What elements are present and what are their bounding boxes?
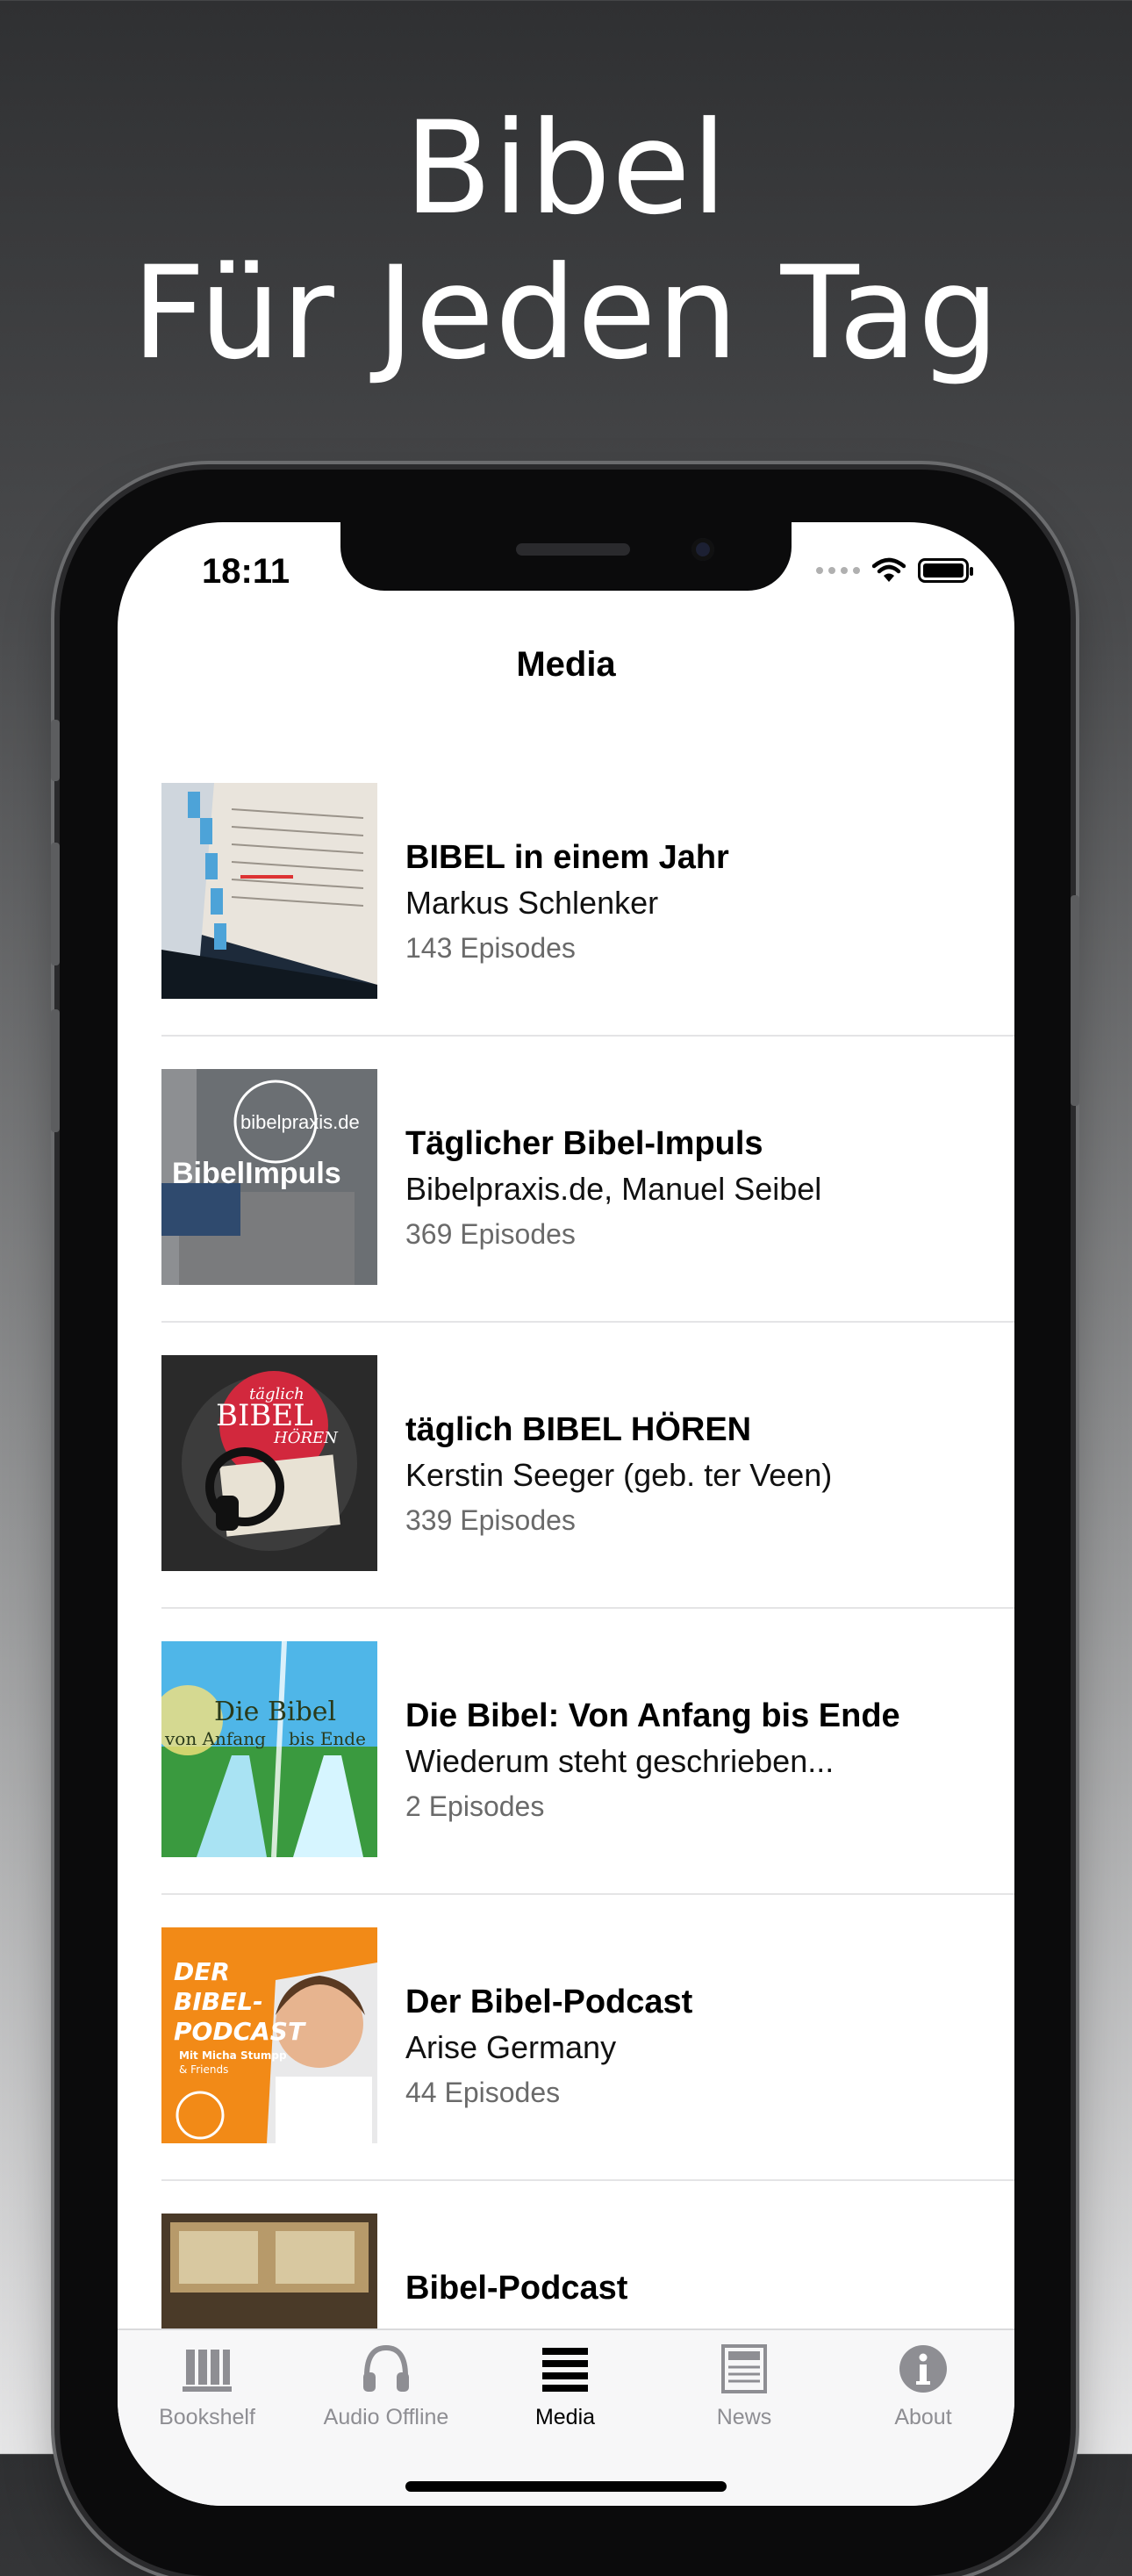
podcast-cover-der-bibel-podcast: DER BIBEL- PODCAST Mit Micha Stumpp & Fr… [161, 1927, 377, 2143]
status-time: 18:11 [202, 552, 290, 591]
podcast-title: Bibel-Podcast [405, 2270, 628, 2307]
podcast-title: Die Bibel: Von Anfang bis Ende [405, 1697, 900, 1734]
camera-icon [691, 538, 714, 561]
cover-text-5: & Friends [179, 2063, 228, 2076]
cover-text-3: bis Ende [289, 1728, 366, 1749]
tab-media[interactable]: Media [476, 2343, 655, 2430]
podcast-title: Der Bibel-Podcast [405, 1984, 693, 2020]
tab-label: Bookshelf [159, 2405, 255, 2429]
headline-line-1: Bibel [404, 94, 728, 243]
list-item-text: Täglicher Bibel-Impuls Bibelpraxis.de, M… [405, 1123, 997, 1254]
tab-audio-offline[interactable]: Audio Offline [297, 2343, 476, 2430]
cover-text-2: BIBEL [216, 1398, 313, 1433]
page-title: Media [516, 645, 616, 684]
cover-text: DER [174, 1957, 230, 1986]
tab-label: Audio Offline [323, 2405, 449, 2429]
tab-label: Media [534, 2405, 596, 2429]
notch [340, 522, 792, 591]
podcast-cover-taeglich-bibel-hoeren: täglich BIBEL HÖREN [161, 1355, 377, 1571]
headphones-icon [363, 2344, 409, 2392]
tab-about[interactable]: About [834, 2343, 1013, 2430]
newspaper-icon [721, 2344, 767, 2393]
phone-mute-switch [51, 720, 60, 781]
cover-text: bibelpraxis.de [240, 1111, 360, 1133]
podcast-cover-von-anfang-bis-ende: Die Bibel von Anfang bis Ende [161, 1641, 377, 1857]
marketing-headline: Bibel Für Jeden Tag [0, 97, 1132, 386]
podcast-author: Wiederum steht geschrieben... [405, 1743, 835, 1779]
cover-text-3: HÖREN [273, 1427, 339, 1447]
list-item[interactable]: täglich BIBEL HÖREN täglich BIBEL HÖREN … [161, 1323, 1014, 1609]
status-icons [816, 557, 973, 584]
podcast-author: Kerstin Seeger (geb. ter Veen) [405, 1457, 833, 1493]
signal-dots-icon [816, 567, 860, 574]
list-item[interactable]: BIBEL in einem Jahr Markus Schlenker 143… [161, 750, 1014, 1037]
cover-text-2: von Anfang [164, 1728, 266, 1749]
list-item-text: BIBEL in einem Jahr Markus Schlenker 143… [405, 836, 997, 968]
list-item-text: Bibel-Podcast [405, 2267, 997, 2309]
list-item-text: täglich BIBEL HÖREN Kerstin Seeger (geb.… [405, 1409, 997, 1540]
podcast-episode-count: 369 Episodes [405, 1218, 576, 1250]
podcast-cover-bibel-impuls: bibelpraxis.de BibelImpuls [161, 1069, 377, 1285]
podcast-title: Täglicher Bibel-Impuls [405, 1125, 763, 1162]
list-item-text: Die Bibel: Von Anfang bis Ende Wiederum … [405, 1695, 997, 1826]
cover-text-4: Mit Micha Stumpp [179, 2049, 287, 2062]
info-icon [899, 2345, 947, 2393]
list-item[interactable]: DER BIBEL- PODCAST Mit Micha Stumpp & Fr… [161, 1895, 1014, 2181]
phone-volume-up [51, 843, 60, 965]
podcast-title: BIBEL in einem Jahr [405, 839, 729, 876]
phone-power-button [1071, 895, 1079, 1106]
wifi-icon [872, 557, 906, 582]
podcast-author: Bibelpraxis.de, Manuel Seibel [405, 1171, 822, 1207]
speaker-grille [516, 543, 630, 556]
tab-bar: Bookshelf Audio Offline Media News About [118, 2328, 1014, 2506]
battery-icon [918, 558, 973, 583]
tab-label: About [894, 2405, 952, 2429]
list-item-text: Der Bibel-Podcast Arise Germany 44 Episo… [405, 1981, 997, 2113]
cover-text: Die Bibel [214, 1697, 336, 1727]
tab-bookshelf[interactable]: Bookshelf [118, 2343, 297, 2430]
podcast-title: täglich BIBEL HÖREN [405, 1411, 752, 1448]
home-indicator[interactable] [405, 2481, 727, 2492]
cover-text-2: BIBEL- [174, 1987, 263, 2016]
phone-volume-down [51, 1009, 60, 1132]
cover-text-2: BibelImpuls [172, 1157, 341, 1190]
phone-screen: 18:11 Media BIBEL in einem Jahr Markus S… [118, 522, 1014, 2506]
podcast-episode-count: 2 Episodes [405, 1790, 545, 1822]
tab-label: News [716, 2405, 772, 2429]
list-item[interactable]: Die Bibel von Anfang bis Ende Die Bibel:… [161, 1609, 1014, 1895]
cover-text-3: PODCAST [174, 2017, 306, 2046]
podcast-episode-count: 44 Episodes [405, 2077, 561, 2108]
headline-line-2: Für Jeden Tag [132, 239, 1000, 388]
list-item[interactable]: bibelpraxis.de BibelImpuls Täglicher Bib… [161, 1037, 1014, 1323]
podcast-list[interactable]: BIBEL in einem Jahr Markus Schlenker 143… [161, 750, 1014, 2467]
podcast-author: Arise Germany [405, 2029, 617, 2065]
podcast-episode-count: 143 Episodes [405, 932, 576, 964]
tab-news[interactable]: News [655, 2343, 834, 2430]
podcast-author: Markus Schlenker [405, 885, 659, 921]
bookshelf-icon [183, 2350, 232, 2392]
podcast-cover-bibel-in-einem-jahr [161, 783, 377, 999]
podcast-episode-count: 339 Episodes [405, 1504, 576, 1536]
list-icon [542, 2348, 588, 2392]
